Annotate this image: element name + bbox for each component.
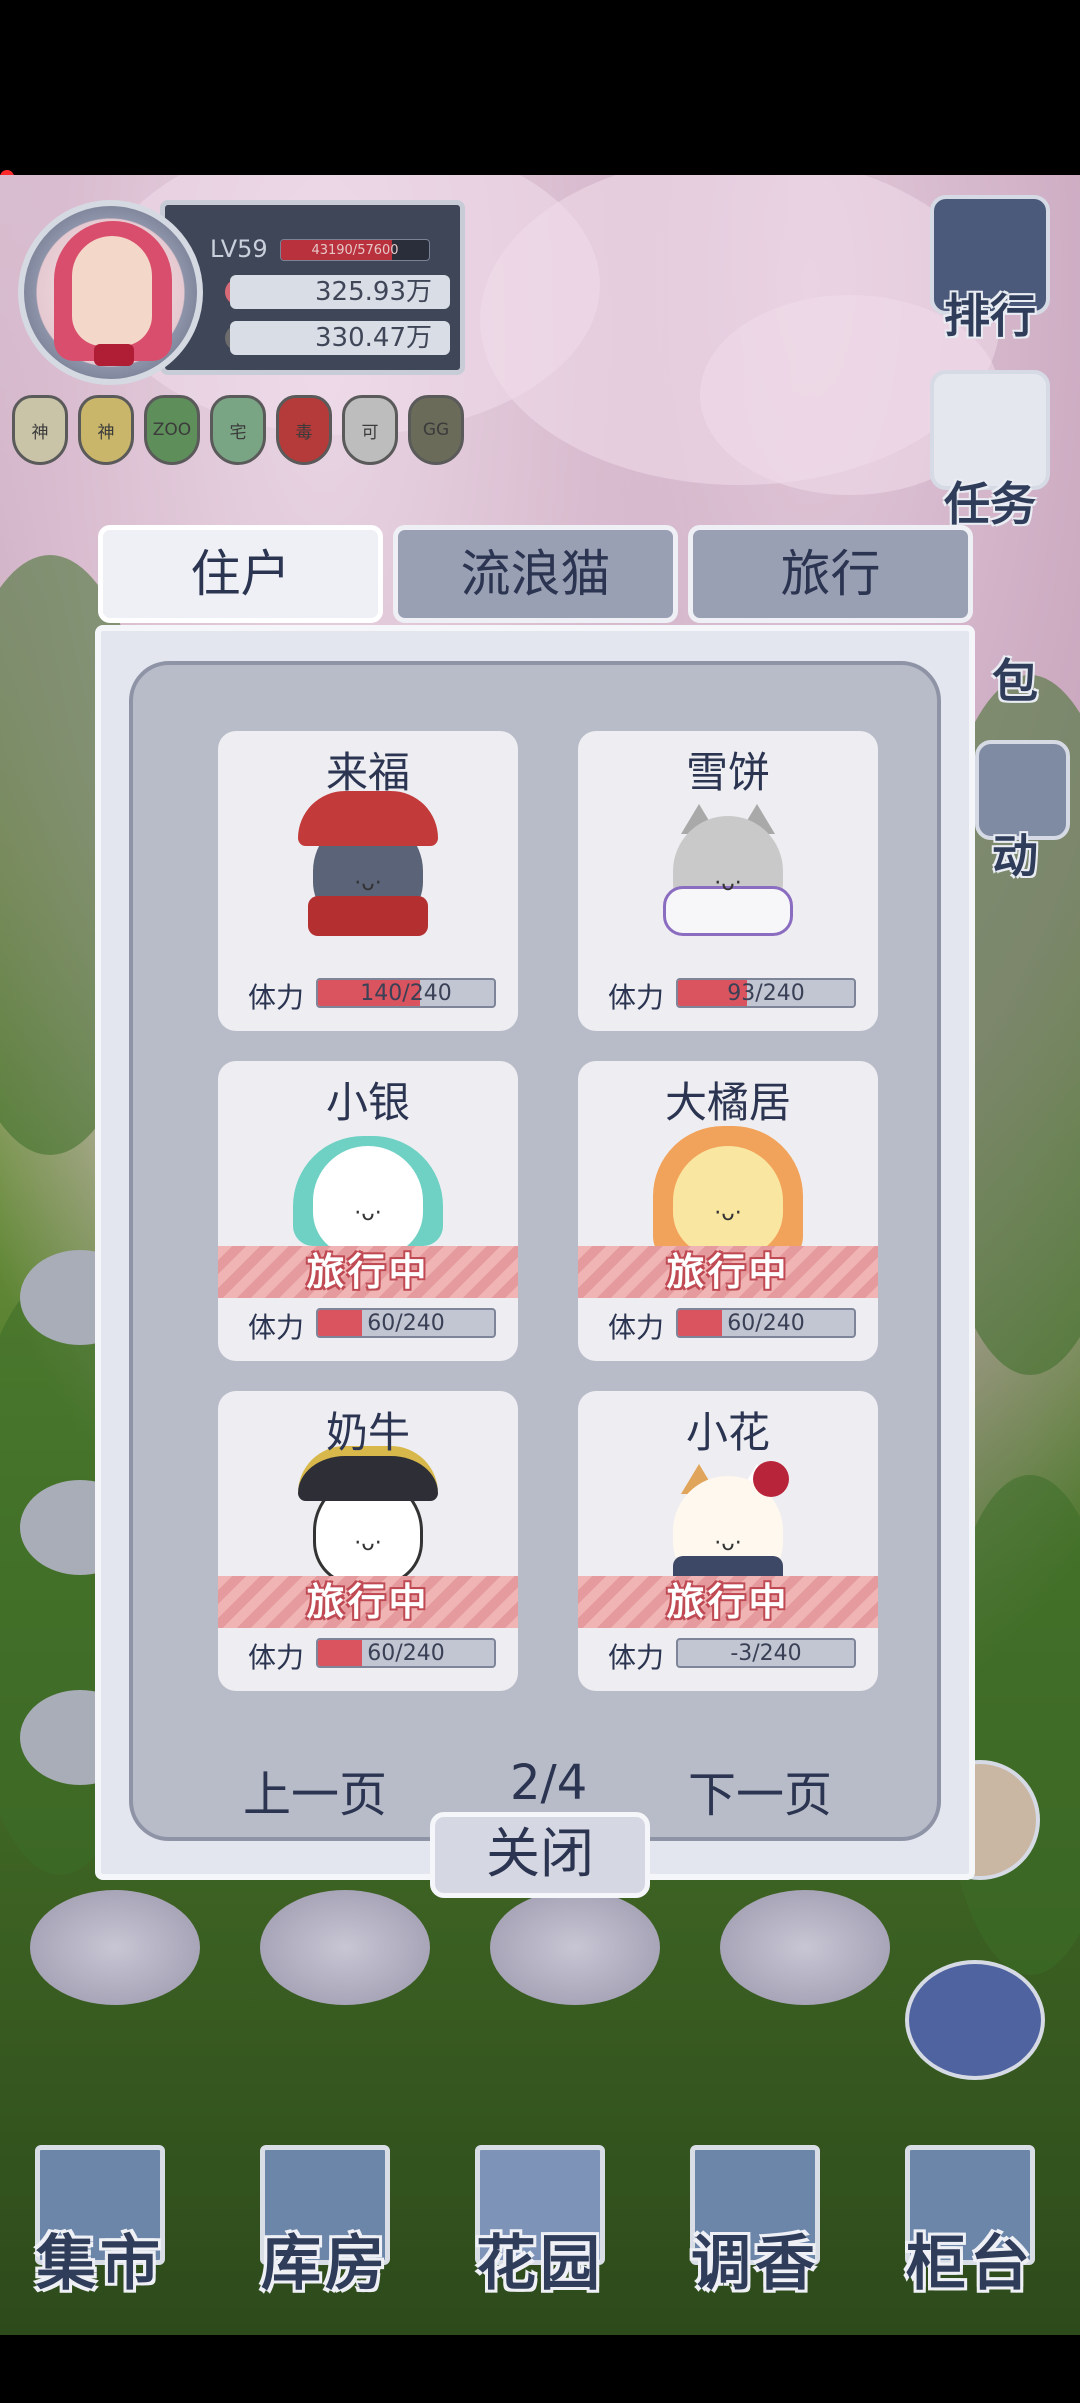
cat-face: ·ᴗ·: [714, 1531, 742, 1556]
traveling-status: 旅行中: [218, 1246, 518, 1298]
stamina-value: 60/240: [727, 1311, 805, 1336]
resident-card[interactable]: ·ᴗ· 小银 旅行中 体力 60/240: [218, 1061, 518, 1361]
system-nav-bar: [0, 2335, 1080, 2403]
garden-plot[interactable]: [490, 1890, 660, 2005]
cat-face: ·ᴗ·: [714, 871, 742, 896]
resident-card[interactable]: ·ᴗ· 雪饼 体力 93/240: [578, 731, 878, 1031]
cat-portrait: ·ᴗ·: [293, 786, 443, 936]
garden-plot[interactable]: [30, 1890, 200, 2005]
tab-stray-cats[interactable]: 流浪猫: [393, 525, 678, 623]
stamina-bar: 60/240: [316, 1308, 496, 1338]
stamina-bar: 93/240: [676, 978, 856, 1008]
next-page-button[interactable]: 下一页: [688, 1755, 832, 1825]
stamina-bar: 60/240: [316, 1638, 496, 1668]
resident-card[interactable]: ·ᴗ· 小花 旅行中 体力 -3/240: [578, 1391, 878, 1691]
resident-name: 奶牛: [325, 1408, 410, 1457]
page-indicator: 2/4: [510, 1755, 588, 1811]
garden-plot[interactable]: [260, 1890, 430, 2005]
exp-text: 43190/57600: [311, 243, 399, 258]
nav-warehouse[interactable]: 库房: [245, 2140, 405, 2300]
stamina-value: -3/240: [730, 1641, 802, 1666]
currency-2-value: 330.47万: [230, 321, 450, 355]
nav-market[interactable]: 集市: [20, 2140, 180, 2300]
traveling-status: 旅行中: [578, 1576, 878, 1628]
resident-card[interactable]: ·ᴗ· 来福 体力 140/240: [218, 731, 518, 1031]
cat-portrait: ·ᴗ·: [293, 1446, 443, 1596]
badge[interactable]: 毒: [276, 395, 332, 465]
resident-tabs: 住户 流浪猫 旅行: [98, 525, 976, 625]
stamina-bar: 140/240: [316, 978, 496, 1008]
cat-portrait: ·ᴗ·: [653, 1446, 803, 1596]
dialog-inner-frame: ·ᴗ· 来福 体力 140/240 ·ᴗ· 雪饼 体力 93/240 ·ᴗ· 小…: [129, 661, 941, 1841]
nav-garden[interactable]: 花园: [460, 2140, 620, 2300]
resident-name: 小银: [325, 1078, 410, 1127]
stamina-value: 93/240: [727, 981, 805, 1006]
cat-portrait: ·ᴗ·: [293, 1116, 443, 1266]
badge[interactable]: GG: [408, 395, 464, 465]
resident-card[interactable]: ·ᴗ· 奶牛 旅行中 体力 60/240: [218, 1391, 518, 1691]
stamina-bar: -3/240: [676, 1638, 856, 1668]
resident-card[interactable]: ·ᴗ· 大橘居 旅行中 体力 60/240: [578, 1061, 878, 1361]
stamina-label: 体力: [608, 1311, 665, 1344]
cat-face: ·ᴗ·: [714, 1201, 742, 1226]
cat-face: ·ᴗ·: [354, 1201, 382, 1226]
resident-name: 雪饼: [685, 748, 770, 797]
avatar[interactable]: [18, 200, 203, 385]
stamina-label: 体力: [608, 1641, 665, 1674]
stamina-label: 体力: [248, 1311, 305, 1344]
badge[interactable]: 神: [12, 395, 68, 465]
badge[interactable]: ZOO: [144, 395, 200, 465]
seed-bag-icon[interactable]: [905, 1960, 1045, 2080]
cat-portrait: ·ᴗ·: [653, 786, 803, 936]
resident-name: 大橘居: [664, 1078, 791, 1127]
stamina-label: 体力: [248, 1641, 305, 1674]
nav-perfume[interactable]: 调香: [675, 2140, 835, 2300]
event-button[interactable]: 动: [960, 820, 1070, 886]
resident-name: 来福: [325, 748, 410, 797]
nav-counter-label: 柜台: [906, 2229, 1034, 2299]
bag-button[interactable]: 包: [960, 645, 1070, 711]
stamina-value: 140/240: [360, 981, 452, 1006]
stamina-value: 60/240: [367, 1311, 445, 1336]
nav-market-label: 集市: [36, 2229, 164, 2299]
stamina-label: 体力: [248, 981, 305, 1014]
tab-residents[interactable]: 住户: [98, 525, 383, 623]
nav-warehouse-label: 库房: [261, 2229, 389, 2299]
exp-bar: 43190/57600: [280, 239, 430, 261]
badge[interactable]: 可: [342, 395, 398, 465]
tab-travel[interactable]: 旅行: [688, 525, 973, 623]
traveling-status: 旅行中: [578, 1246, 878, 1298]
samurai-armor: [308, 896, 428, 936]
stamina-label: 体力: [608, 981, 665, 1014]
badge[interactable]: 宅: [210, 395, 266, 465]
cat-face: ·ᴗ·: [354, 1531, 382, 1556]
garden-plot[interactable]: [720, 1890, 890, 2005]
close-button[interactable]: 关闭: [430, 1812, 650, 1898]
cat-face: ·ᴗ·: [354, 871, 382, 896]
player-info-panel: LV59 43190/57600 325.93万 330.47万: [160, 200, 465, 375]
player-level: LV59: [210, 235, 268, 263]
stamina-bar: 60/240: [676, 1308, 856, 1338]
rank-button[interactable]: 排行: [915, 280, 1065, 346]
cat-portrait: ·ᴗ·: [653, 1116, 803, 1266]
nav-perfume-label: 调香: [691, 2229, 819, 2299]
stamina-value: 60/240: [367, 1641, 445, 1666]
currency-1-value: 325.93万: [230, 275, 450, 309]
resident-name: 小花: [685, 1408, 770, 1457]
nav-counter[interactable]: 柜台: [890, 2140, 1050, 2300]
traveling-status: 旅行中: [218, 1576, 518, 1628]
nav-garden-label: 花园: [476, 2229, 604, 2299]
avatar-face: [72, 236, 152, 346]
avatar-bow: [94, 344, 134, 366]
red-flower-ornament: [753, 1461, 789, 1497]
residents-dialog: ·ᴗ· 来福 体力 140/240 ·ᴗ· 雪饼 体力 93/240 ·ᴗ· 小…: [95, 625, 975, 1880]
prev-page-button[interactable]: 上一页: [243, 1755, 387, 1825]
title-badges: 神 神 ZOO 宅 毒 可 GG: [12, 395, 464, 465]
badge[interactable]: 神: [78, 395, 134, 465]
